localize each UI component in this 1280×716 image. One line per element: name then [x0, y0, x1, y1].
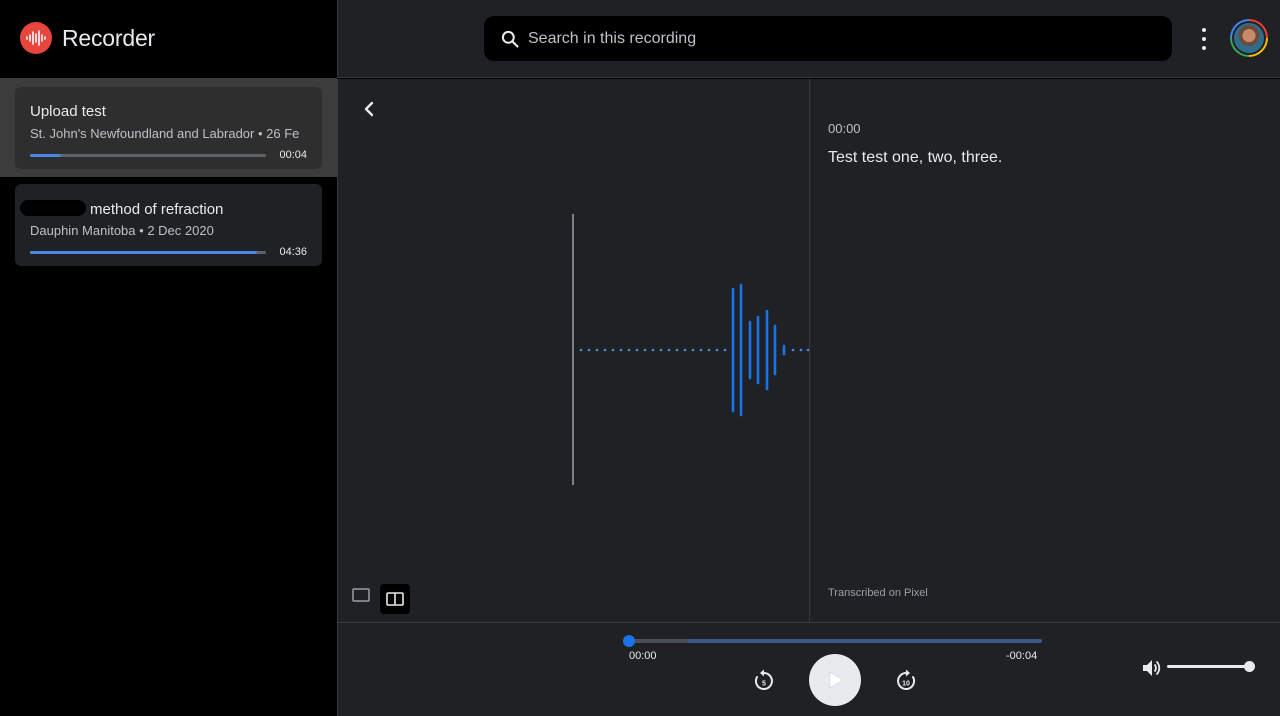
seek-buffer [629, 639, 689, 643]
transcript-timestamp[interactable]: 00:00 [828, 121, 861, 136]
single-pane-icon[interactable] [350, 584, 372, 606]
recorder-logo-icon [20, 22, 52, 54]
svg-text:5: 5 [762, 681, 766, 688]
waveform [572, 214, 809, 485]
recording-location: St. John's Newfoundland and Labrador [30, 126, 255, 141]
forward-10-icon[interactable]: 10 [893, 668, 919, 694]
recording-item-upload-test[interactable]: Upload test St. John's Newfoundland and … [15, 87, 322, 169]
recording-title: method of refraction [20, 200, 224, 218]
app-brand[interactable]: Recorder [20, 22, 155, 54]
transcript-pane: 00:00 Test test one, two, three. Transcr… [810, 79, 1280, 622]
recording-progress-fill [30, 154, 61, 157]
recording-meta: Dauphin Manitoba • 2 Dec 2020 [30, 223, 214, 238]
main-content: 00:00 Test test one, two, three. Transcr… [337, 79, 1280, 622]
recording-duration: 00:04 [279, 149, 307, 161]
svg-text:10: 10 [902, 681, 910, 688]
recording-progress-fill [30, 251, 257, 254]
search-bar[interactable] [484, 16, 1172, 61]
avatar-photo [1234, 23, 1264, 53]
volume-slider[interactable] [1167, 665, 1251, 668]
play-button[interactable] [809, 654, 861, 706]
recording-progress-track [30, 154, 266, 157]
recording-date: 26 Fe [266, 126, 300, 141]
recording-title: Upload test [30, 103, 106, 120]
search-icon [501, 30, 519, 48]
waveform-pane[interactable] [338, 79, 809, 622]
seek-thumb[interactable] [623, 635, 635, 647]
recording-item-method-of-refraction[interactable]: method of refraction Dauphin Manitoba • … [15, 184, 322, 266]
transcribed-on-label: Transcribed on Pixel [828, 587, 928, 599]
search-input[interactable] [528, 29, 1128, 48]
recording-date: 2 Dec 2020 [147, 223, 214, 238]
play-icon [829, 671, 844, 689]
recording-progress-track [30, 251, 266, 254]
recording-duration: 04:36 [279, 246, 307, 258]
seek-bar[interactable] [629, 639, 1042, 643]
sidebar: Recorder Upload test St. John's Newfound… [0, 0, 337, 716]
transcript-text[interactable]: Test test one, two, three. [828, 149, 1002, 167]
current-time: 00:00 [629, 650, 657, 662]
volume-thumb[interactable] [1244, 661, 1255, 672]
recording-title-text: method of refraction [90, 201, 224, 218]
playback-bar: 00:00 -00:04 5 10 [337, 622, 1280, 716]
app-name: Recorder [62, 24, 155, 51]
redacted-text [20, 200, 86, 216]
avatar[interactable] [1230, 19, 1268, 57]
split-pane-icon[interactable] [380, 584, 410, 614]
remaining-time: -00:04 [1006, 650, 1038, 662]
replay-5-icon[interactable]: 5 [751, 668, 777, 694]
volume-icon[interactable] [1140, 657, 1162, 679]
recording-location: Dauphin Manitoba [30, 223, 136, 238]
top-bar [337, 0, 1280, 78]
more-vert-icon[interactable] [1196, 26, 1212, 52]
waveform-bars [731, 283, 786, 417]
recording-meta: St. John's Newfoundland and Labrador • 2… [30, 126, 300, 141]
